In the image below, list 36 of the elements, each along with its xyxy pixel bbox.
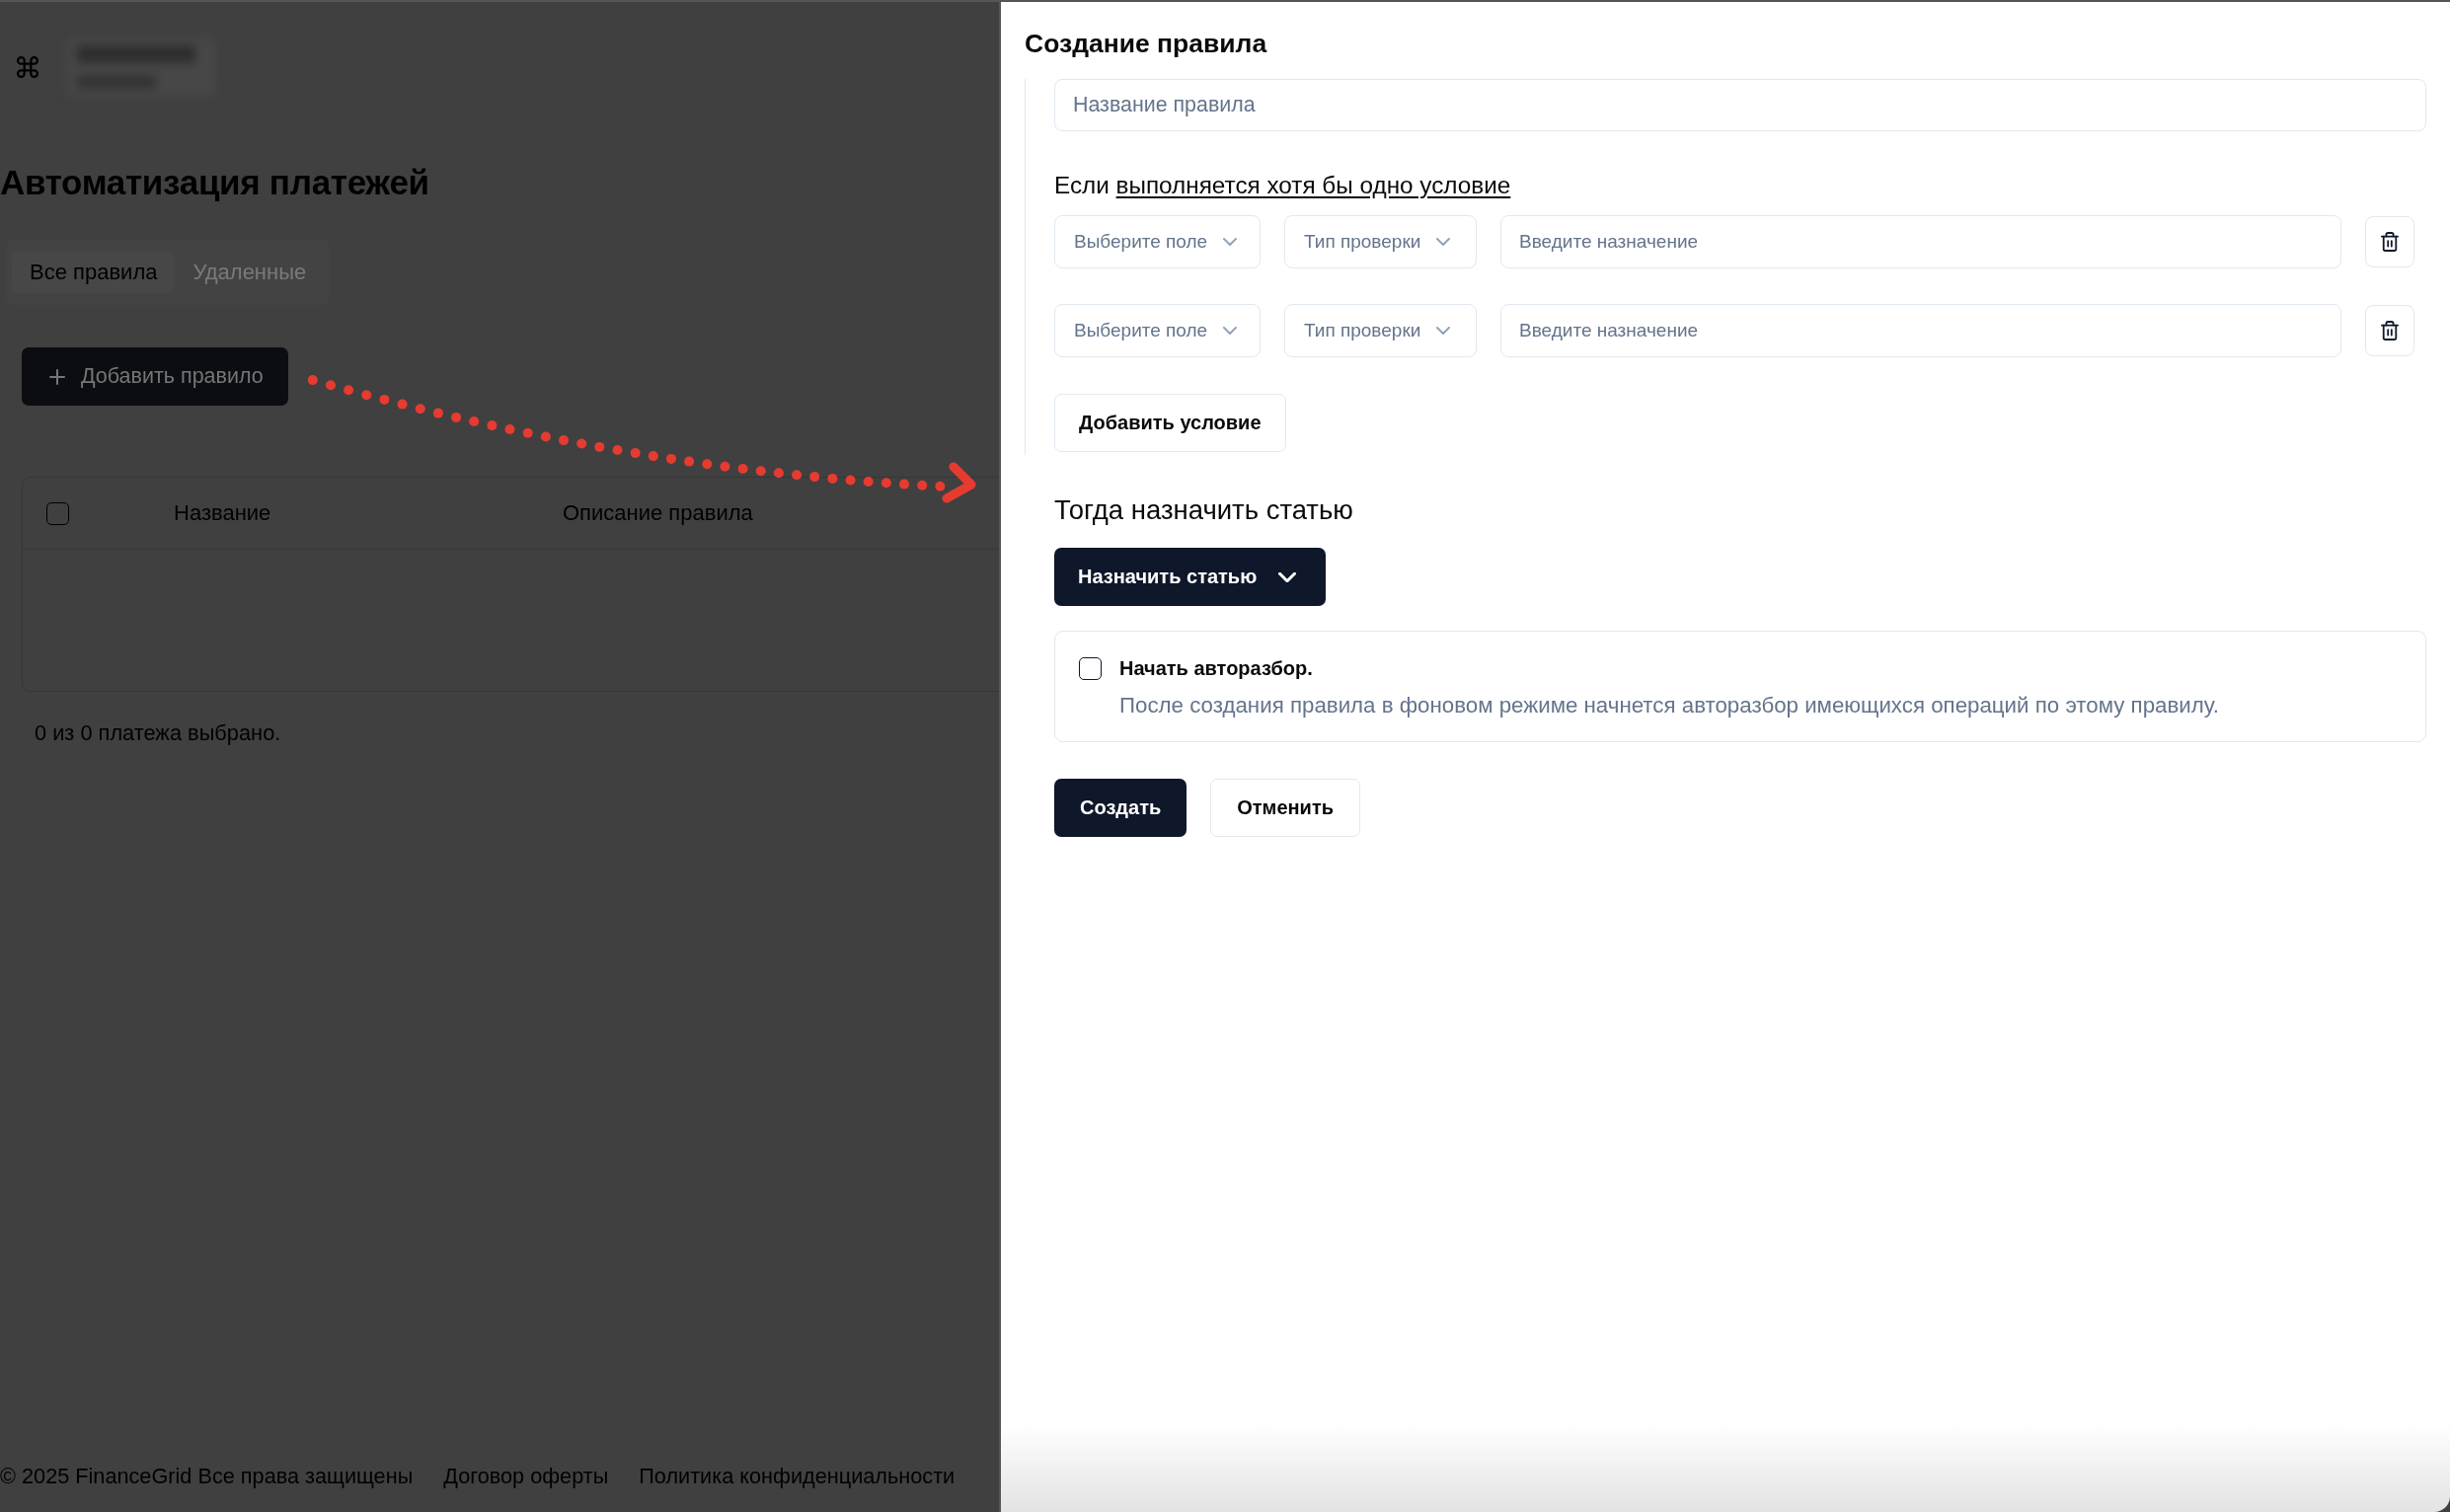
autoparse-description: После создания правила в фоновом режиме начнется авторазбор имеющихся операций по этому правилу. [1119, 693, 2219, 718]
page-title: Автоматизация платежей [0, 163, 429, 202]
field-select[interactable]: Выберите поле [1054, 215, 1261, 268]
plus-icon [49, 368, 65, 385]
check-type-select[interactable]: Тип проверки [1284, 215, 1477, 268]
primary-button[interactable]: Создать [1054, 779, 1187, 837]
autoparse-checkbox[interactable] [1079, 657, 1102, 680]
select-all-checkbox[interactable] [46, 501, 69, 525]
assign-category-button[interactable]: Назначить статью [1054, 548, 1327, 606]
trash-icon [2381, 321, 2399, 340]
chevron-down-icon [1278, 571, 1297, 582]
delete-condition-button[interactable] [2365, 305, 2414, 356]
column-header: Описание правила [563, 500, 753, 526]
check-type-select[interactable]: Тип проверки [1284, 304, 1477, 357]
chevron-down-icon [1223, 238, 1238, 246]
trash-icon [2381, 232, 2399, 252]
value-field[interactable]: Введите назначение [1500, 215, 2341, 268]
column-header: Название [174, 500, 272, 526]
condition-mode-link[interactable]: выполняется хотя бы одно условие [1115, 172, 1511, 198]
autoparse-label: Начать авторазбор. [1119, 656, 1313, 681]
add-condition-button[interactable]: Добавить условие [1054, 394, 1286, 452]
chevron-down-icon [1436, 238, 1451, 246]
chevron-down-icon [1436, 327, 1451, 335]
selection-status: 0 из 0 платежа выбрано. [35, 720, 281, 746]
field-select[interactable]: Выберите поле [1054, 304, 1261, 357]
add-rule-button[interactable]: Добавить правило [22, 347, 288, 406]
command-icon [17, 56, 38, 78]
rule-name-field[interactable]: Название правила [1054, 79, 2426, 131]
secondary-button[interactable]: Отменить [1210, 779, 1360, 837]
chevron-down-icon [1223, 327, 1238, 335]
panel-title: Создание правила [1025, 28, 1268, 59]
copyright-text: © 2025 FinanceGrid Все права защищены [0, 1464, 414, 1489]
condition-heading: Если выполняется хотя бы одно условие [1054, 172, 1512, 199]
action-heading: Тогда назначить статью [1054, 495, 1353, 525]
value-field[interactable]: Введите назначение [1500, 304, 2341, 357]
delete-condition-button[interactable] [2365, 216, 2414, 267]
